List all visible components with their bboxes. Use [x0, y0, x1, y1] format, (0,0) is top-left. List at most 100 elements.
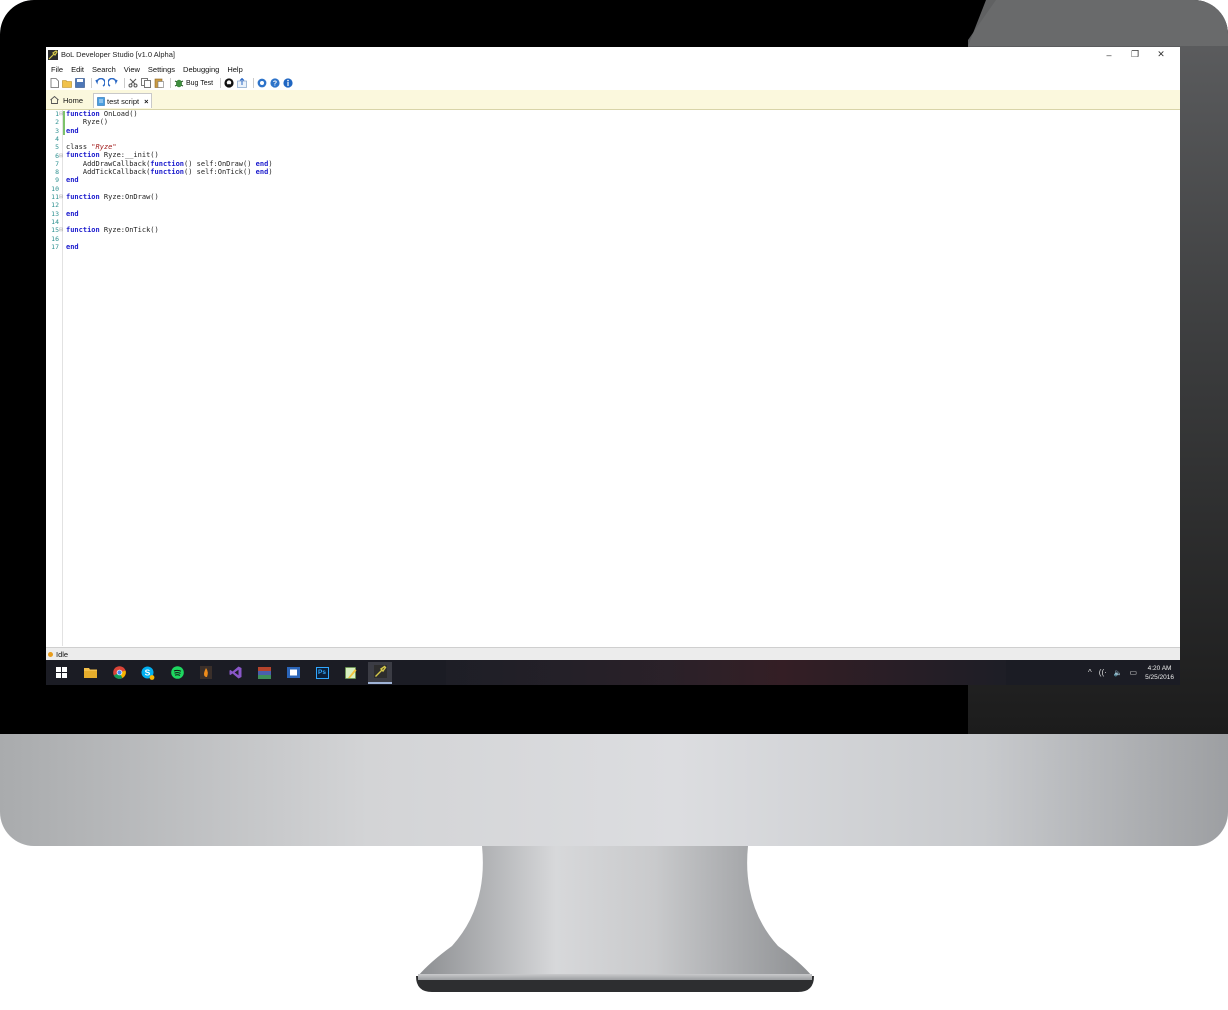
script-icon	[97, 96, 105, 106]
taskbar-wallpaper-tint	[446, 660, 1006, 685]
taskbar-clock[interactable]: 4:20 AM 5/25/2016	[1145, 664, 1174, 682]
code-content[interactable]: function OnLoad() Ryze() end class "Ryze" f…	[66, 110, 273, 251]
bol-studio-icon[interactable]	[368, 661, 392, 684]
bug-test-button[interactable]: Bug Test	[174, 78, 213, 88]
code-keyword: function	[150, 168, 185, 177]
windows-start-icon[interactable]	[49, 662, 73, 684]
settings-icon[interactable]	[257, 78, 267, 88]
code-line[interactable]: function Ryze:OnTick()	[66, 226, 273, 234]
code-line[interactable]: function Ryze:__init()	[66, 151, 273, 159]
code-text: )	[268, 159, 273, 168]
code-line[interactable]: class "Ryze"	[66, 143, 273, 151]
open-folder-icon[interactable]	[62, 78, 72, 88]
code-text: )	[268, 168, 273, 177]
notepad-icon[interactable]	[339, 662, 363, 684]
menu-settings[interactable]: Settings	[148, 65, 175, 74]
line-number: 8	[55, 168, 59, 177]
close-window-button[interactable]: ✕	[1148, 49, 1174, 60]
bug-icon	[174, 79, 184, 88]
code-line[interactable]: Ryze()	[66, 118, 273, 126]
cut-icon[interactable]	[128, 78, 138, 88]
minimize-button[interactable]: –	[1096, 50, 1122, 60]
menu-edit[interactable]: Edit	[71, 65, 84, 74]
toolbar-separator	[220, 78, 222, 88]
code-line[interactable]: function Ryze:OnDraw()	[66, 193, 273, 201]
photoshop-icon[interactable]: Ps	[310, 662, 334, 684]
code-line[interactable]: end	[66, 176, 273, 184]
bol-app-icon	[48, 49, 58, 60]
app-flame-icon[interactable]	[194, 662, 218, 684]
window-title: BoL Developer Studio [v1.0 Alpha]	[61, 50, 175, 59]
github-icon[interactable]	[224, 78, 234, 88]
volume-icon[interactable]: 🔈	[1114, 669, 1123, 677]
line-number: 10	[51, 184, 59, 193]
line-number-gutter: 1 ⊟ 2 3 4 5 6 ⊟ 7 8 9 10 11 ⊟ 12 13 14 15 ⊟ 16 17	[46, 110, 63, 646]
skype-icon[interactable]: S	[136, 662, 160, 684]
bezel-glare-top	[968, 0, 1228, 46]
help-icon[interactable]: ?	[270, 78, 280, 88]
code-line[interactable]	[66, 135, 273, 143]
restore-button[interactable]: ❐	[1122, 49, 1148, 60]
wifi-icon[interactable]: ((·	[1099, 668, 1107, 677]
fold-toggle-icon[interactable]: ⊟	[59, 226, 63, 234]
export-icon[interactable]	[237, 78, 247, 88]
code-line[interactable]	[66, 218, 273, 226]
paste-icon[interactable]	[154, 78, 164, 88]
code-editor[interactable]: 1 ⊟ 2 3 4 5 6 ⊟ 7 8 9 10 11 ⊟ 12 13 14 15 ⊟ 16 17 function O…	[46, 110, 1180, 646]
menu-help[interactable]: Help	[227, 65, 242, 74]
code-line[interactable]	[66, 234, 273, 242]
code-line[interactable]: AddDrawCallback(function() self:OnDraw()…	[66, 160, 273, 168]
code-line[interactable]	[66, 185, 273, 193]
menu-search[interactable]: Search	[92, 65, 116, 74]
undo-icon[interactable]	[95, 78, 105, 88]
spotify-icon[interactable]	[165, 662, 189, 684]
clock-time: 4:20 AM	[1147, 664, 1172, 672]
line-number: 3	[55, 126, 59, 135]
code-keyword: end	[66, 209, 79, 218]
status-indicator-icon	[48, 651, 53, 657]
code-keyword: end	[66, 242, 79, 251]
code-text: Ryze:__init()	[99, 151, 159, 160]
chrome-icon[interactable]	[107, 662, 131, 684]
file-explorer-icon[interactable]	[78, 662, 102, 684]
code-keyword: function	[66, 192, 100, 201]
code-keyword: end	[66, 176, 79, 185]
copy-icon[interactable]	[141, 78, 151, 88]
code-text: class	[66, 143, 92, 152]
fold-toggle-icon[interactable]: ⊟	[59, 152, 63, 160]
code-line[interactable]: function OnLoad()	[66, 110, 273, 118]
code-line[interactable]: end	[66, 127, 273, 135]
info-icon[interactable]	[283, 78, 293, 88]
notifications-icon[interactable]: ▭	[1130, 668, 1138, 677]
code-keyword: function	[150, 159, 185, 168]
visual-studio-icon[interactable]	[223, 662, 247, 684]
change-marker	[63, 111, 65, 135]
menu-view[interactable]: View	[124, 65, 140, 74]
svg-text:S: S	[145, 667, 151, 677]
code-line[interactable]	[66, 201, 273, 209]
close-tab-icon[interactable]: ×	[144, 97, 148, 106]
code-line[interactable]: AddTickCallback(function() self:OnTick()…	[66, 168, 273, 176]
code-keyword: function	[66, 151, 100, 160]
winrar-icon[interactable]	[252, 662, 276, 684]
system-tray: ^ ((· 🔈 ▭ 4:20 AM 5/25/2016	[1081, 660, 1174, 685]
bug-test-label: Bug Test	[186, 79, 214, 87]
save-icon[interactable]	[75, 78, 85, 88]
tray-chevron-icon[interactable]: ^	[1088, 668, 1092, 677]
tab-test-script[interactable]: test script ×	[93, 93, 153, 108]
code-line[interactable]: end	[66, 243, 273, 251]
code-text: () self:OnTick()	[184, 168, 256, 177]
tab-home[interactable]: Home	[50, 93, 83, 107]
code-text: AddTickCallback(	[66, 168, 151, 177]
redo-icon[interactable]	[108, 78, 118, 88]
svg-text:?: ?	[273, 81, 277, 88]
toolbar-separator	[170, 78, 171, 88]
fold-toggle-icon[interactable]: ⊟	[59, 193, 63, 201]
code-line[interactable]: end	[66, 210, 273, 218]
media-player-icon[interactable]	[281, 662, 305, 684]
new-file-icon[interactable]	[49, 78, 59, 88]
menu-debugging[interactable]: Debugging	[183, 65, 219, 74]
toolbar: Bug Test ?	[46, 76, 1180, 90]
menu-file[interactable]: File	[51, 65, 63, 74]
line-number: 9	[55, 176, 59, 185]
